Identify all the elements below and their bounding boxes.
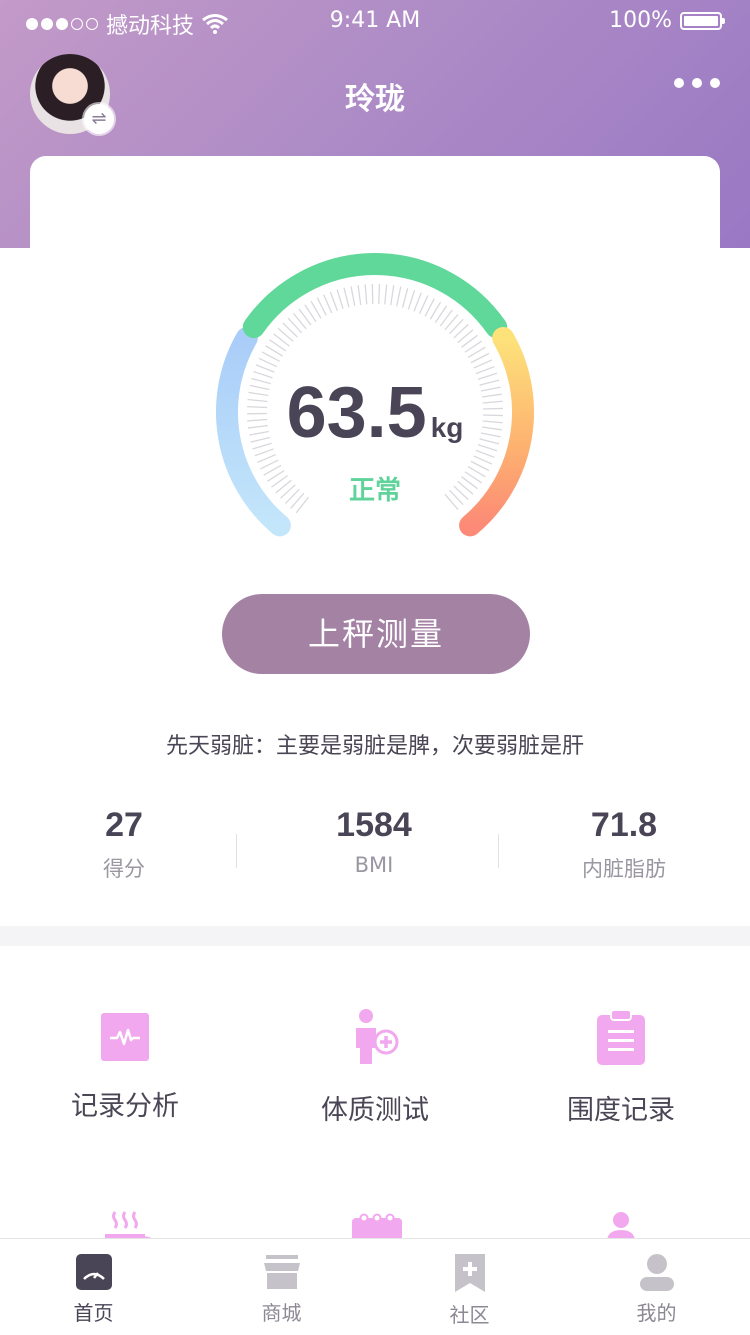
gauge-tick bbox=[408, 290, 414, 309]
status-bar: 撼动科技 9:41 AM 100% bbox=[0, 0, 750, 40]
gauge-tick bbox=[358, 285, 361, 305]
weight-value: 63.5 bbox=[287, 373, 427, 453]
stats-row: 27 得分 1584 BMI 71.8 内脏脂肪 bbox=[0, 806, 750, 896]
constitution-test-icon bbox=[348, 1008, 402, 1066]
user-icon bbox=[638, 1253, 676, 1291]
feature-constitution-test[interactable]: 体质测试 bbox=[250, 1008, 500, 1127]
gauge-tick bbox=[385, 285, 387, 305]
girth-record-icon bbox=[596, 1010, 646, 1066]
gauge-arc-normal bbox=[254, 264, 496, 327]
stat-value: 27 bbox=[24, 806, 224, 845]
user-name: 玲珑 bbox=[0, 74, 750, 118]
gauge-tick bbox=[403, 288, 408, 307]
tab-label: 商城 bbox=[188, 1297, 375, 1326]
gauge-tick bbox=[414, 293, 421, 312]
gauge-tick bbox=[259, 358, 277, 366]
stat-label: BMI bbox=[274, 853, 474, 877]
stat-visceral-fat: 71.8 内脏脂肪 bbox=[524, 806, 724, 883]
weight-display: 63.5kg bbox=[0, 372, 750, 454]
stat-label: 得分 bbox=[24, 853, 224, 883]
section-divider bbox=[0, 926, 750, 946]
tab-label: 社区 bbox=[376, 1299, 563, 1328]
feature-label: 记录分析 bbox=[0, 1084, 250, 1123]
battery-info: 100% bbox=[609, 8, 722, 33]
gauge-tick bbox=[337, 290, 343, 309]
weight-unit: kg bbox=[431, 412, 464, 443]
measure-button[interactable]: 上秤测量 bbox=[222, 594, 530, 674]
constitution-text: 先天弱脏：主要是弱脏是脾，次要弱脏是肝 bbox=[0, 728, 750, 760]
tab-store[interactable]: 商城 bbox=[188, 1239, 375, 1335]
feature-label: 体质测试 bbox=[250, 1088, 500, 1127]
bookmark-plus-icon bbox=[453, 1253, 487, 1293]
feature-label: 围度记录 bbox=[496, 1088, 746, 1127]
tab-label: 首页 bbox=[0, 1297, 187, 1326]
feature-record-analysis[interactable]: 记录分析 bbox=[0, 1012, 250, 1123]
gauge-tick bbox=[420, 295, 428, 313]
stat-bmi: 1584 BMI bbox=[274, 806, 474, 877]
more-options-icon[interactable] bbox=[674, 78, 720, 88]
gauge-tick bbox=[471, 353, 489, 362]
gauge-tick bbox=[257, 455, 275, 463]
gauge-tick bbox=[351, 286, 355, 306]
stat-label: 内脏脂肪 bbox=[524, 853, 724, 883]
tab-label: 我的 bbox=[563, 1297, 750, 1326]
gauge-tick bbox=[344, 288, 349, 307]
tab-bar: 首页 商城 社区 我的 bbox=[0, 1238, 750, 1335]
stat-value: 71.8 bbox=[524, 806, 724, 845]
weight-status: 正常 bbox=[0, 470, 750, 507]
stat-score: 27 得分 bbox=[24, 806, 224, 883]
record-analysis-icon bbox=[100, 1012, 150, 1062]
stat-value: 1584 bbox=[274, 806, 474, 845]
feature-girth-record[interactable]: 围度记录 bbox=[496, 1010, 746, 1127]
gauge-tick bbox=[379, 284, 380, 304]
stat-divider bbox=[236, 834, 237, 868]
battery-percent: 100% bbox=[609, 8, 672, 33]
scale-icon bbox=[75, 1253, 113, 1291]
gauge-tick bbox=[474, 456, 492, 464]
gauge-tick bbox=[317, 298, 326, 316]
gauge-tick bbox=[324, 295, 332, 313]
gauge-tick bbox=[391, 285, 394, 305]
tab-community[interactable]: 社区 bbox=[376, 1239, 563, 1335]
battery-icon bbox=[680, 12, 722, 30]
store-icon bbox=[263, 1253, 301, 1291]
stat-divider bbox=[498, 834, 499, 868]
tab-home[interactable]: 首页 bbox=[0, 1239, 187, 1335]
gauge-tick bbox=[397, 287, 401, 307]
gauge-tick bbox=[330, 292, 337, 311]
gauge-tick bbox=[260, 460, 278, 469]
tab-mine[interactable]: 我的 bbox=[563, 1239, 750, 1335]
gauge-tick bbox=[365, 284, 367, 304]
gauge-tick bbox=[474, 360, 492, 368]
